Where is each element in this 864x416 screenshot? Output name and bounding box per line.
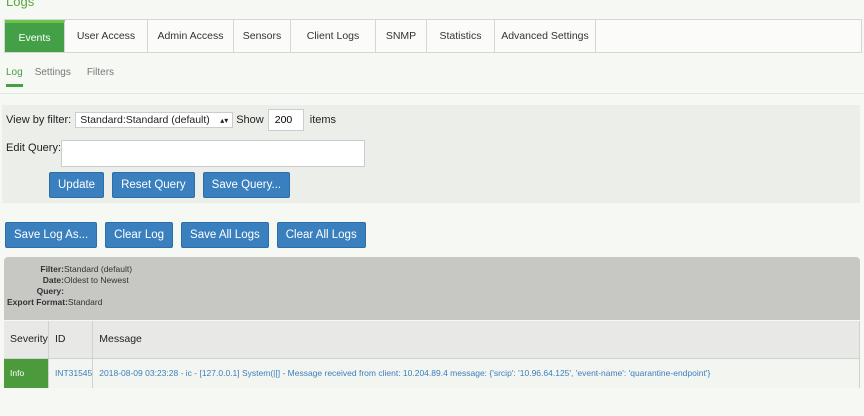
save-query-button[interactable]: Save Query...: [202, 172, 291, 198]
view-by-filter-label: View by filter:: [6, 114, 72, 126]
reset-query-button[interactable]: Reset Query: [112, 172, 195, 198]
info-export-key: Export Format:: [7, 296, 68, 307]
show-count-input[interactable]: [267, 109, 304, 131]
table-header-row: Severity ID Message: [4, 321, 860, 359]
subtab-filters[interactable]: Filters: [87, 67, 114, 87]
divider: [0, 93, 864, 94]
severity-cell: Info: [4, 358, 49, 388]
filter-select-value: Standard:Standard (default): [80, 114, 210, 126]
col-message[interactable]: Message: [92, 321, 860, 359]
save-all-logs-button[interactable]: Save All Logs: [181, 222, 269, 248]
subtab-settings[interactable]: Settings: [35, 67, 71, 87]
tab-user-access[interactable]: User Access: [65, 20, 148, 52]
show-label: Show: [236, 114, 264, 126]
info-date-value: Oldest to Newest: [64, 274, 129, 285]
tab-advanced-settings[interactable]: Advanced Settings: [495, 20, 596, 52]
page-title: Logs: [6, 0, 35, 9]
sub-tab-bar: Log Settings Filters: [6, 67, 114, 87]
message-cell[interactable]: 2018-08-09 03:23:28 - ic - [127.0.0.1] S…: [92, 358, 860, 388]
save-log-as-button[interactable]: Save Log As...: [5, 222, 98, 248]
edit-query-label: Edit Query:: [6, 142, 62, 154]
info-export-value: Standard: [67, 296, 103, 307]
tab-snmp[interactable]: SNMP: [376, 20, 427, 52]
info-filter-key: Filter:: [40, 263, 64, 274]
log-action-bar: Save Log As... Clear Log Save All Logs C…: [5, 222, 366, 248]
col-severity[interactable]: Severity: [4, 321, 49, 359]
tab-sensors[interactable]: Sensors: [234, 20, 291, 52]
items-label: items: [309, 114, 337, 126]
info-query-key: Query:: [36, 285, 64, 296]
info-date-key: Date:: [42, 274, 64, 285]
edit-query-input[interactable]: [61, 140, 366, 167]
tab-admin-access[interactable]: Admin Access: [148, 20, 234, 52]
table-row[interactable]: Info INT31545 2018-08-09 03:23:28 - ic -…: [4, 358, 860, 388]
col-id[interactable]: ID: [48, 321, 94, 359]
filter-panel: View by filter: Standard:Standard (defau…: [2, 105, 860, 203]
filter-select[interactable]: Standard:Standard (default) ▴▾: [75, 112, 234, 128]
id-link[interactable]: INT31545: [48, 358, 94, 388]
log-table: Severity ID Message Info INT31545 2018-0…: [4, 321, 860, 388]
clear-log-button[interactable]: Clear Log: [105, 222, 174, 248]
clear-all-logs-button[interactable]: Clear All Logs: [276, 222, 366, 248]
log-info-panel: Filter: Standard (default) Date: Oldest …: [4, 257, 860, 320]
update-button[interactable]: Update: [49, 172, 105, 198]
main-tab-bar: Events User Access Admin Access Sensors …: [4, 19, 862, 53]
select-arrows-icon: ▴▾: [220, 115, 229, 125]
tab-events[interactable]: Events: [5, 20, 65, 52]
subtab-log[interactable]: Log: [6, 67, 23, 87]
tab-statistics[interactable]: Statistics: [427, 20, 495, 52]
info-filter-value: Standard (default): [64, 263, 133, 274]
tab-client-logs[interactable]: Client Logs: [291, 20, 376, 52]
